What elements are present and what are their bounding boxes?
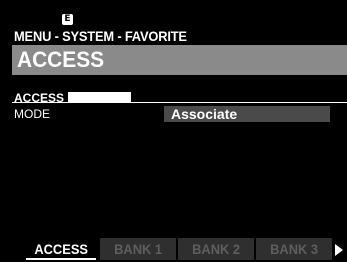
next-page-arrow-icon[interactable] bbox=[335, 244, 343, 256]
tab-bank-3-label: BANK 3 bbox=[270, 241, 318, 257]
edit-badge-icon: E bbox=[62, 14, 73, 25]
mode-label: MODE bbox=[14, 107, 50, 121]
display-screen: E MENU - SYSTEM - FAVORITE ACCESS ACCESS… bbox=[0, 0, 347, 262]
page-title-bar: ACCESS bbox=[12, 45, 347, 75]
tab-bank-2[interactable]: BANK 2 bbox=[178, 238, 254, 260]
mode-value: Associate bbox=[171, 106, 238, 122]
section-divider bbox=[12, 102, 347, 103]
tab-bank-3[interactable]: BANK 3 bbox=[256, 238, 332, 260]
tab-bank-2-label: BANK 2 bbox=[192, 241, 240, 257]
section-highlight-bar bbox=[68, 92, 131, 102]
tab-bank-1[interactable]: BANK 1 bbox=[100, 238, 176, 260]
page-title: ACCESS bbox=[17, 47, 105, 72]
tab-access-label: ACCESS bbox=[34, 241, 88, 257]
breadcrumb: MENU - SYSTEM - FAVORITE bbox=[14, 28, 187, 44]
mode-value-field[interactable]: Associate bbox=[164, 106, 330, 122]
tab-access[interactable]: ACCESS bbox=[24, 238, 98, 260]
active-tab-underline bbox=[26, 258, 96, 260]
tab-bank-1-label: BANK 1 bbox=[114, 241, 162, 257]
